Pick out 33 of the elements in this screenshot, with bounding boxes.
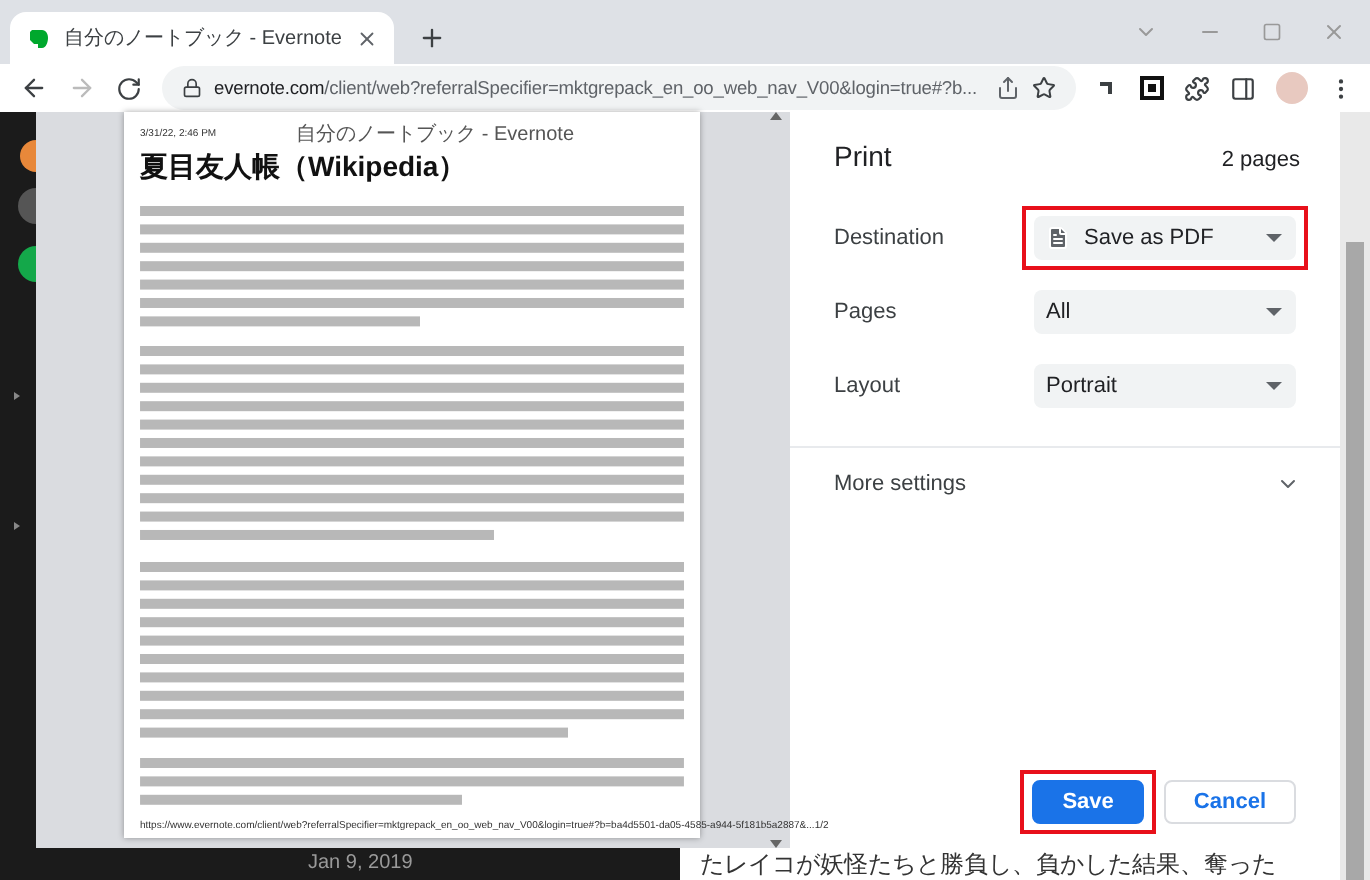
scrollbar[interactable] xyxy=(1340,112,1370,880)
side-panel-icon[interactable] xyxy=(1230,75,1256,101)
square-icon[interactable] xyxy=(1140,76,1164,100)
setting-label: Destination xyxy=(834,225,947,249)
tab-title: 自分のノートブック - Evernote xyxy=(64,25,342,52)
print-title: Print xyxy=(834,140,892,172)
caret-icon xyxy=(14,522,20,530)
more-settings[interactable]: More settings xyxy=(834,472,1300,496)
note-text: たレイコが妖怪たちと勝負し、負かした結果、奪った xyxy=(700,850,1276,878)
puzzle-icon[interactable] xyxy=(1184,75,1210,101)
close-icon[interactable] xyxy=(355,27,378,49)
lock-icon xyxy=(182,78,202,98)
note-date: Jan 9, 2019 xyxy=(308,852,413,874)
document-icon xyxy=(1046,225,1070,249)
page-header: 自分のノートブック - Evernote xyxy=(296,121,575,148)
page-title: 夏目友人帳（Wikipedia） xyxy=(140,150,469,186)
setting-label: Layout xyxy=(834,373,903,397)
page-count: 2 pages xyxy=(1221,148,1300,172)
caret-icon xyxy=(14,392,20,400)
dropdown-field[interactable]: All xyxy=(1034,289,1296,333)
cancel-button[interactable]: Cancel xyxy=(1163,780,1296,824)
reload-icon[interactable] xyxy=(116,75,142,101)
dropdown-field[interactable]: Save as PDF xyxy=(1034,215,1296,259)
back-icon[interactable] xyxy=(20,74,48,102)
address-bar[interactable]: evernote.com/client/web?referralSpecifier=mktgrepack_en_oo_web_nav_V00&login=true#?b... xyxy=(162,66,1076,110)
dropdown-field[interactable]: Portrait xyxy=(1034,363,1296,407)
star-icon[interactable] xyxy=(1032,76,1056,100)
setting-label: Pages xyxy=(834,299,899,323)
new-tab-icon[interactable] xyxy=(417,24,446,52)
browser-tab[interactable]: 自分のノートブック - Evernote xyxy=(10,12,394,64)
url-text: evernote.com/client/web?referralSpecifier=mktgrepack_en_oo_web_nav_V00&login=true#?b... xyxy=(214,78,980,98)
save-button[interactable]: Save xyxy=(1032,780,1144,824)
share-icon[interactable] xyxy=(996,76,1020,100)
